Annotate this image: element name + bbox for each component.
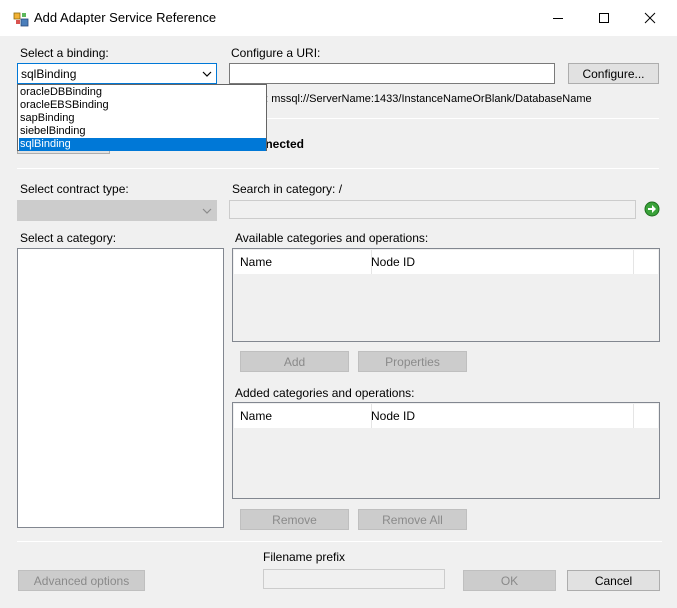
close-icon bbox=[644, 12, 656, 24]
filename-prefix-input[interactable] bbox=[263, 569, 445, 589]
minimize-icon bbox=[553, 18, 563, 19]
grid-header: Name Node ID bbox=[234, 250, 658, 274]
added-label: Added categories and operations: bbox=[235, 386, 415, 400]
binding-dropdown-list: oracleDBBinding oracleEBSBinding sapBind… bbox=[17, 84, 267, 151]
binding-select[interactable]: sqlBinding bbox=[17, 63, 217, 84]
column-header-name[interactable]: Name bbox=[234, 404, 372, 428]
properties-button[interactable]: Properties bbox=[358, 351, 467, 372]
separator bbox=[17, 541, 662, 542]
adapter-app-icon bbox=[13, 11, 29, 27]
binding-option-sql[interactable]: sqlBinding bbox=[19, 138, 266, 151]
advanced-options-button[interactable]: Advanced options bbox=[18, 570, 145, 591]
added-grid[interactable]: Name Node ID bbox=[232, 402, 660, 499]
chevron-down-icon bbox=[202, 71, 212, 77]
binding-selected-value: sqlBinding bbox=[21, 67, 77, 81]
search-label: Search in category: / bbox=[232, 182, 343, 196]
uri-hint: e: mssql://ServerName:1433/InstanceNameO… bbox=[259, 93, 592, 105]
binding-label: Select a binding: bbox=[20, 46, 109, 60]
column-header-node-id[interactable]: Node ID bbox=[365, 250, 634, 274]
category-tree[interactable] bbox=[17, 248, 224, 528]
cancel-button[interactable]: Cancel bbox=[567, 570, 660, 591]
window-title: Add Adapter Service Reference bbox=[34, 10, 217, 25]
available-label: Available categories and operations: bbox=[235, 231, 429, 245]
uri-label: Configure a URI: bbox=[231, 46, 321, 60]
binding-option-siebel[interactable]: siebelBinding bbox=[19, 125, 266, 138]
minimize-button[interactable] bbox=[535, 0, 581, 36]
binding-option-oracledb[interactable]: oracleDBBinding bbox=[19, 86, 266, 99]
add-button[interactable]: Add bbox=[240, 351, 349, 372]
column-header-name[interactable]: Name bbox=[234, 250, 372, 274]
title-bar: Add Adapter Service Reference bbox=[0, 0, 677, 36]
maximize-button[interactable] bbox=[581, 0, 627, 36]
grid-header: Name Node ID bbox=[234, 404, 658, 428]
ok-button[interactable]: OK bbox=[463, 570, 556, 591]
available-grid[interactable]: Name Node ID bbox=[232, 248, 660, 342]
filename-prefix-label: Filename prefix bbox=[263, 550, 346, 564]
search-input[interactable] bbox=[229, 200, 636, 219]
separator bbox=[17, 168, 659, 169]
uri-input[interactable] bbox=[229, 63, 555, 84]
binding-option-sap[interactable]: sapBinding bbox=[19, 112, 266, 125]
go-arrow-icon[interactable] bbox=[644, 201, 660, 217]
maximize-icon bbox=[599, 13, 609, 23]
column-header-node-id[interactable]: Node ID bbox=[365, 404, 634, 428]
close-button[interactable] bbox=[627, 0, 673, 36]
contract-type-label: Select contract type: bbox=[20, 182, 129, 196]
configure-button[interactable]: Configure... bbox=[568, 63, 659, 84]
binding-option-oracleebs[interactable]: oracleEBSBinding bbox=[19, 99, 266, 112]
contract-type-select[interactable] bbox=[17, 200, 217, 221]
remove-button[interactable]: Remove bbox=[240, 509, 349, 530]
chevron-down-icon bbox=[202, 208, 212, 214]
category-label: Select a category: bbox=[20, 231, 117, 245]
remove-all-button[interactable]: Remove All bbox=[358, 509, 467, 530]
